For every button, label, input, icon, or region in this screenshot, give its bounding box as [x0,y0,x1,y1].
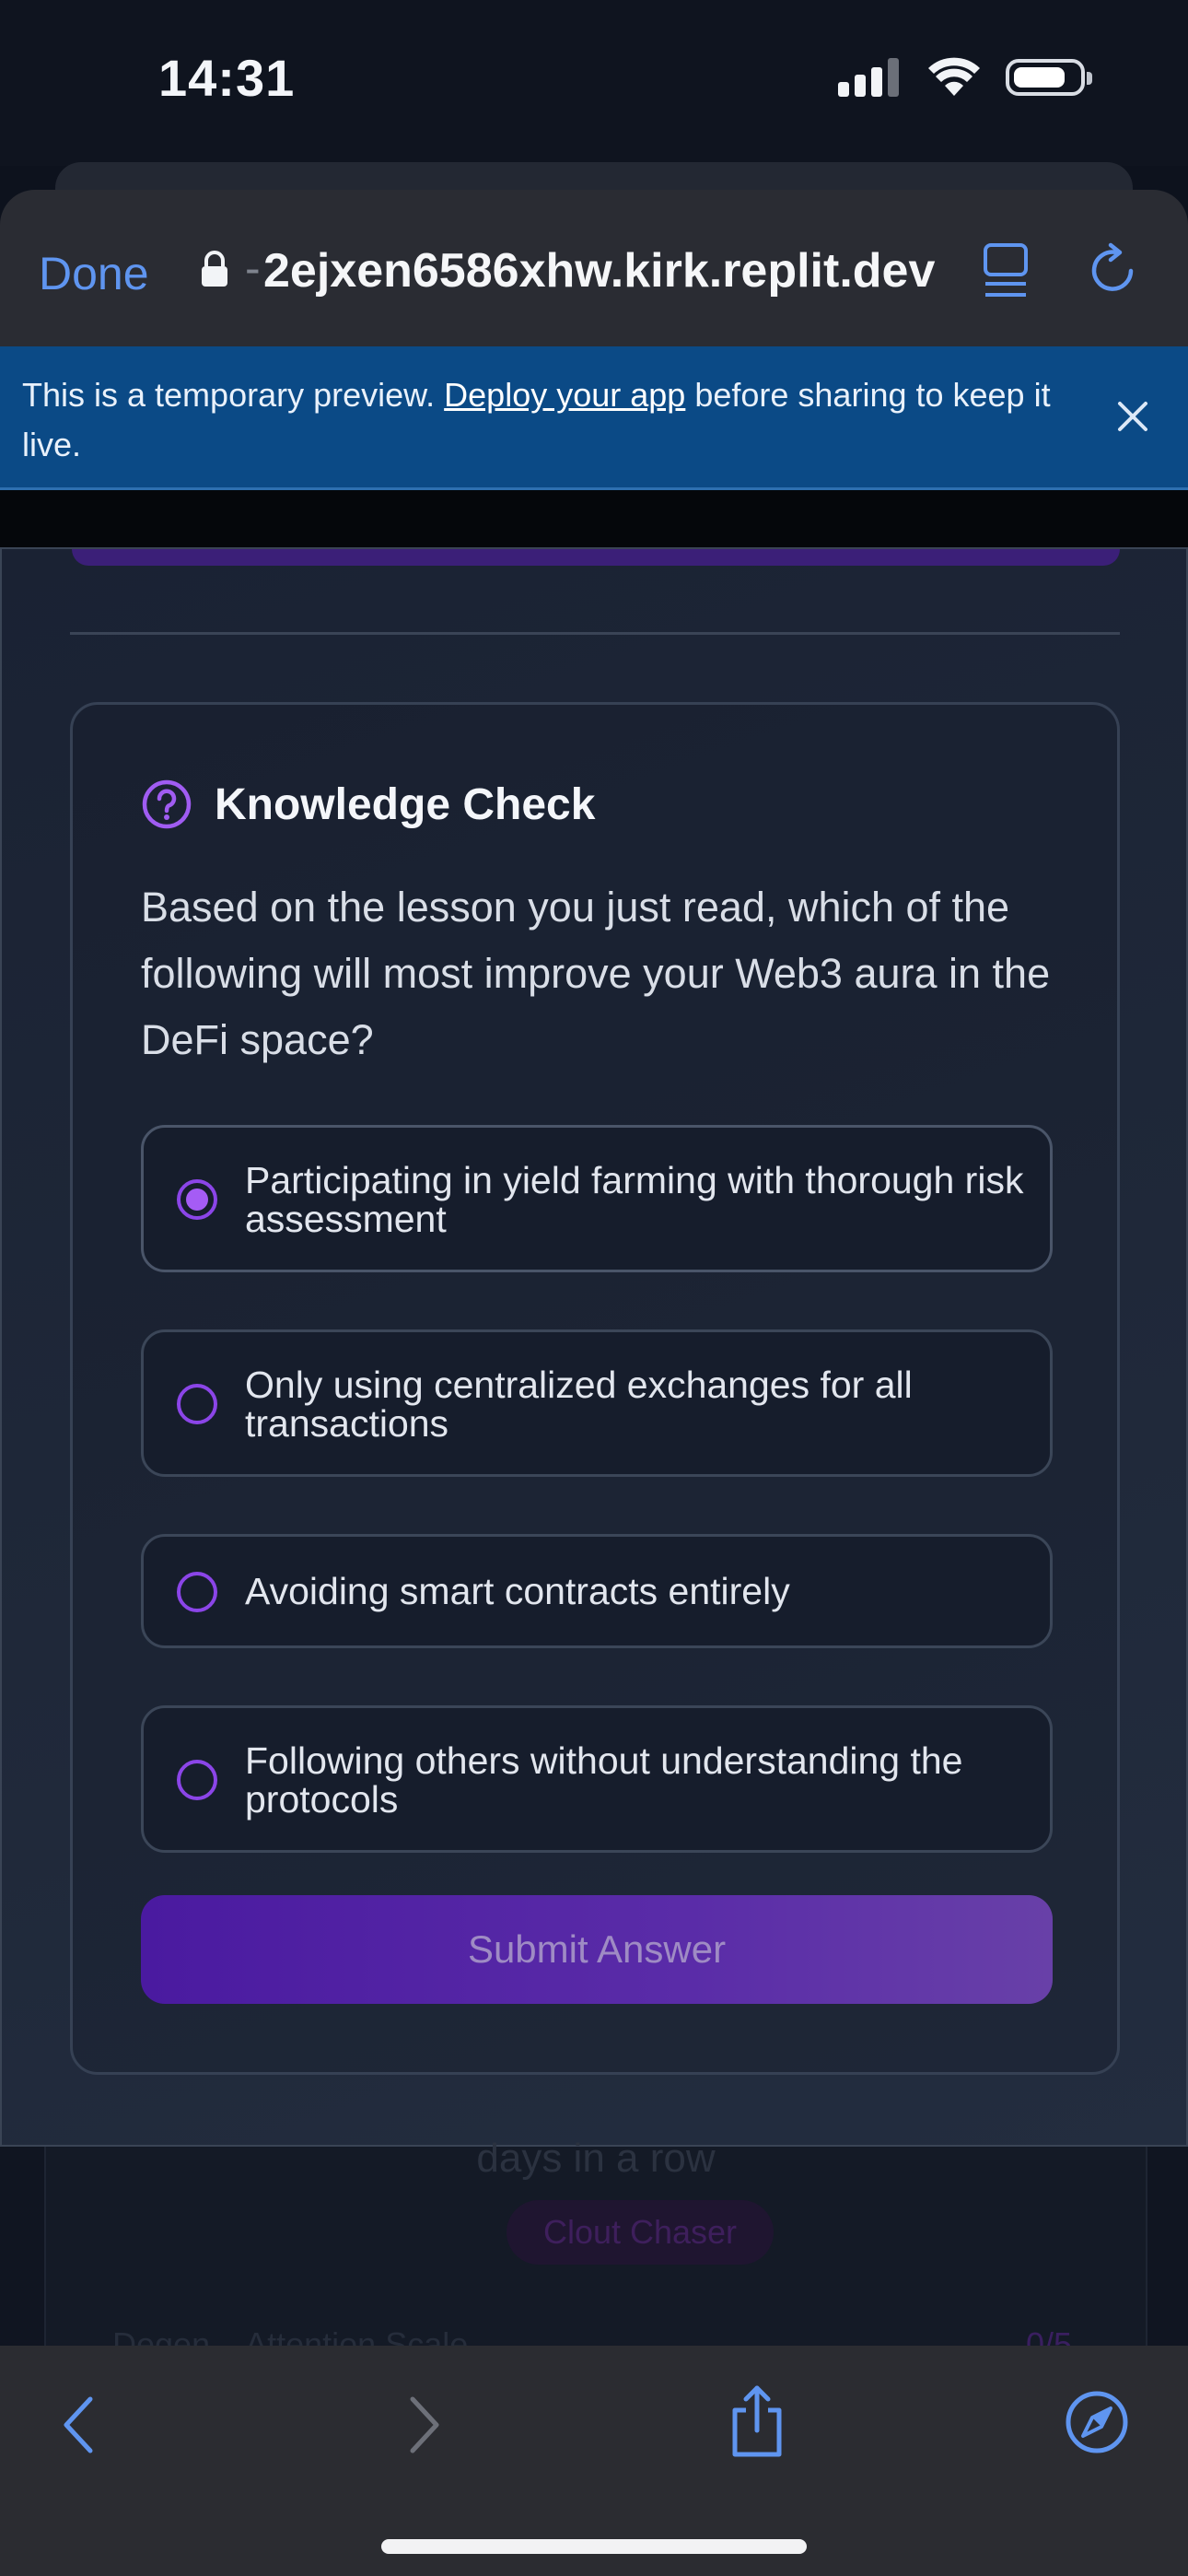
reader-view-icon[interactable] [984,243,1028,299]
background-page: days in a row Clout Chaser Degen... Atte… [0,2136,1188,2363]
temporary-preview-banner: This is a temporary preview. Deploy your… [0,346,1188,490]
streak-text: days in a row [476,2136,716,2181]
wifi-icon [928,57,980,96]
submit-answer-button[interactable]: Submit Answer [141,1895,1053,2004]
background-card: days in a row Clout Chaser Degen... Atte… [44,2136,1147,2363]
url-prefix: - [245,242,261,294]
status-bar: 14:31 [0,0,1188,166]
radio-unselected[interactable] [177,1384,217,1424]
answer-option-4[interactable]: Following others without understanding t… [141,1705,1053,1853]
cellular-signal-icon [838,58,899,97]
quiz-question: Based on the lesson you just read, which… [141,884,1051,1063]
answer-option-1[interactable]: Participating in yield farming with thor… [141,1125,1053,1272]
clout-chaser-badge: Clout Chaser [507,2200,774,2265]
done-button[interactable]: Done [39,247,149,300]
answer-option-label: Participating in yield farming with thor… [245,1159,1024,1240]
quiz-title: Knowledge Check [215,779,596,829]
lesson-modal[interactable]: Knowledge Check Based on the lesson you … [0,547,1188,2147]
previous-button-edge [72,549,1120,566]
answer-option-label: Following others without understanding t… [245,1739,963,1821]
status-time: 14:31 [158,49,296,107]
banner-text-before: This is a temporary preview. [22,376,445,414]
answer-option-label: Avoiding smart contracts entirely [245,1570,790,1612]
home-indicator[interactable] [381,2539,807,2554]
lock-icon [202,251,227,287]
forward-icon[interactable] [405,2395,442,2454]
deploy-app-link[interactable]: Deploy your app [444,376,685,414]
radio-selected[interactable] [177,1179,217,1220]
status-icons [838,57,1092,98]
compass-icon[interactable] [1065,2390,1129,2454]
share-icon[interactable] [728,2384,786,2458]
reload-icon[interactable] [1089,241,1140,297]
answer-option-2[interactable]: Only using centralized exchanges for all… [141,1329,1053,1477]
section-divider [70,632,1120,635]
banner-text: This is a temporary preview. Deploy your… [22,370,1054,470]
radio-unselected[interactable] [177,1572,217,1612]
radio-unselected[interactable] [177,1760,217,1800]
question-circle-icon [142,779,192,829]
answer-option-label: Only using centralized exchanges for all… [245,1364,913,1445]
knowledge-check-card: Knowledge Check Based on the lesson you … [70,702,1120,2075]
battery-icon [1006,59,1092,96]
browser-address-bar: Done - 2ejxen6586xhw.kirk.replit.dev [0,190,1188,346]
close-icon[interactable] [1114,398,1151,435]
back-icon[interactable] [61,2395,98,2454]
answer-option-3[interactable]: Avoiding smart contracts entirely [141,1534,1053,1648]
page-background-strip [0,490,1188,549]
quiz-header: Knowledge Check [141,779,595,830]
url-text[interactable]: 2ejxen6586xhw.kirk.replit.dev [263,243,935,299]
